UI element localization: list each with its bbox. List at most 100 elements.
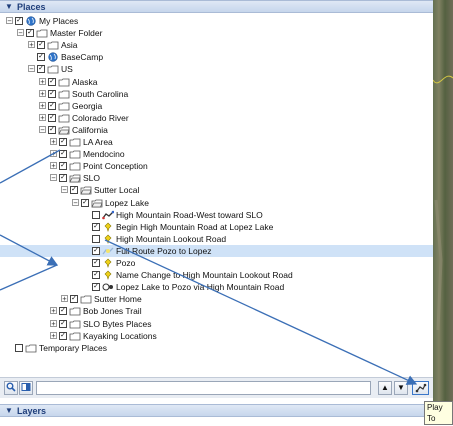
map-view[interactable] [432, 0, 453, 424]
tree-item[interactable]: + ✓ Asia [0, 39, 433, 51]
tree-item[interactable]: + ✓ South Carolina [0, 88, 433, 100]
tree-item[interactable]: − ✓ My Places [0, 15, 433, 27]
tree-item[interactable]: + ✓ Sutter Home [0, 293, 433, 305]
tree-item[interactable]: + ✓ Georgia [0, 100, 433, 112]
visibility-checkbox[interactable]: ✓ [59, 138, 67, 146]
expand-icon[interactable]: + [50, 307, 57, 315]
visibility-checkbox[interactable]: ✓ [59, 319, 67, 328]
tree-item[interactable]: − ✓ Master Folder [0, 27, 433, 39]
tree-item[interactable]: + ✓ Colorado River [0, 112, 433, 124]
expand-icon[interactable]: + [50, 138, 57, 146]
layers-header[interactable]: ▼ Layers [0, 404, 433, 417]
tree-item[interactable]: + ✓ Bob Jones Trail [0, 305, 433, 317]
visibility-checkbox[interactable]: ✓ [92, 222, 100, 231]
tree-item-label: Sutter Home [94, 294, 142, 305]
tree-item-label: Lopez Lake [105, 197, 149, 208]
folder-icon [58, 77, 70, 87]
play-tour-button[interactable] [412, 381, 429, 395]
tree-item-label: US [61, 64, 73, 75]
visibility-checkbox[interactable] [92, 234, 100, 243]
tree-item[interactable]: − ✓ Sutter Local [0, 184, 433, 196]
play-tour-icon [415, 383, 426, 393]
collapse-icon[interactable]: − [39, 125, 46, 133]
visibility-checkbox[interactable] [15, 343, 23, 352]
expand-icon[interactable]: + [28, 41, 35, 49]
collapse-icon[interactable]: − [17, 29, 24, 37]
visibility-checkbox[interactable]: ✓ [59, 307, 67, 316]
collapse-icon[interactable]: − [28, 65, 35, 73]
tree-item-label: High Mountain Road-West toward SLO [116, 209, 263, 220]
visibility-checkbox[interactable]: ✓ [15, 17, 23, 25]
expand-icon[interactable]: + [61, 295, 68, 303]
visibility-checkbox[interactable]: ✓ [48, 113, 56, 122]
visibility-checkbox[interactable]: ✓ [59, 162, 67, 171]
tree-item[interactable]: High Mountain Lookout Road [0, 233, 433, 245]
expand-icon[interactable]: + [39, 77, 46, 85]
tree-item[interactable]: Temporary Places [0, 342, 433, 354]
expand-icon[interactable]: + [50, 319, 57, 327]
tree-item-label: Bob Jones Trail [83, 306, 142, 317]
visibility-checkbox[interactable]: ✓ [48, 77, 56, 86]
tree-item[interactable]: + ✓ Mendocino [0, 148, 433, 160]
tree-item[interactable]: + ✓ Point Conception [0, 160, 433, 172]
tree-item[interactable]: − ✓ Lopez Lake [0, 197, 433, 209]
tree-item[interactable]: ✓ Begin High Mountain Road at Lopez Lake [0, 221, 433, 233]
panel-toggle-button[interactable] [19, 381, 33, 395]
tree-item[interactable]: − ✓ US [0, 63, 433, 75]
tree-item[interactable]: + ✓ LA Area [0, 136, 433, 148]
visibility-checkbox[interactable]: ✓ [48, 101, 56, 110]
tree-item[interactable]: + ✓ Alaska [0, 76, 433, 88]
search-button[interactable] [4, 381, 18, 395]
tree-item[interactable]: + ✓ Kayaking Locations [0, 330, 433, 342]
expand-icon[interactable]: + [50, 331, 57, 339]
collapse-icon[interactable]: − [50, 174, 57, 182]
expand-icon[interactable]: + [39, 89, 46, 97]
visibility-checkbox[interactable]: ✓ [92, 259, 100, 267]
collapse-icon[interactable]: − [72, 198, 79, 206]
tree-item[interactable]: ✓ BaseCamp [0, 51, 433, 63]
tree-item-label: Sutter Local [94, 185, 140, 196]
collapse-icon[interactable]: − [61, 186, 68, 194]
visibility-checkbox[interactable]: ✓ [48, 125, 56, 134]
tree-item[interactable]: ✓ Full Route Pozo to Lopez [0, 244, 433, 257]
layers-list-partial [0, 419, 433, 424]
tree-item[interactable]: − ✓ SLO [0, 172, 433, 184]
collapse-icon[interactable]: − [6, 17, 13, 25]
tree-item[interactable]: ✓ Lopez Lake to Pozo via High Mountain Ro… [0, 281, 433, 293]
visibility-checkbox[interactable]: ✓ [37, 41, 45, 50]
visibility-checkbox[interactable]: ✓ [59, 174, 67, 183]
visibility-checkbox[interactable]: ✓ [37, 65, 45, 74]
visibility-checkbox[interactable]: ✓ [70, 186, 78, 195]
places-search-input[interactable] [36, 381, 371, 395]
tree-item[interactable]: − ✓ California [0, 124, 433, 136]
visibility-checkbox[interactable]: ✓ [37, 53, 45, 62]
places-header[interactable]: ▼ Places [0, 0, 433, 13]
expand-icon[interactable]: + [50, 162, 57, 170]
expand-icon[interactable]: + [39, 101, 46, 109]
expand-icon[interactable]: + [39, 113, 46, 121]
tree-item[interactable]: High Mountain Road-West toward SLO [0, 209, 433, 221]
tree-item[interactable]: ✓ Name Change to High Mountain Lookout Ro… [0, 269, 433, 281]
move-up-button[interactable]: ▲ [378, 381, 392, 395]
visibility-checkbox[interactable]: ✓ [92, 246, 100, 255]
visibility-checkbox[interactable]: ✓ [81, 198, 89, 207]
visibility-checkbox[interactable]: ✓ [70, 295, 78, 304]
search-icon [6, 382, 16, 392]
folder-icon [25, 343, 37, 353]
tree-item[interactable]: ✓ Pozo [0, 257, 433, 269]
expand-icon[interactable]: + [50, 150, 57, 158]
collapse-icon: ▼ [5, 2, 13, 11]
visibility-checkbox[interactable]: ✓ [92, 271, 100, 280]
visibility-checkbox[interactable]: ✓ [59, 331, 67, 340]
visibility-checkbox[interactable]: ✓ [92, 283, 100, 292]
visibility-checkbox[interactable]: ✓ [48, 89, 56, 98]
visibility-checkbox[interactable]: ✓ [59, 150, 67, 159]
folder-icon [69, 331, 81, 341]
visibility-checkbox[interactable]: ✓ [26, 29, 34, 38]
visibility-checkbox[interactable] [92, 210, 100, 219]
layers-header-label: Layers [17, 406, 47, 416]
tree-item-label: California [72, 124, 108, 135]
open-folder-icon [69, 173, 81, 183]
move-down-button[interactable]: ▼ [394, 381, 408, 395]
tree-item[interactable]: + ✓ SLO Bytes Places [0, 318, 433, 330]
